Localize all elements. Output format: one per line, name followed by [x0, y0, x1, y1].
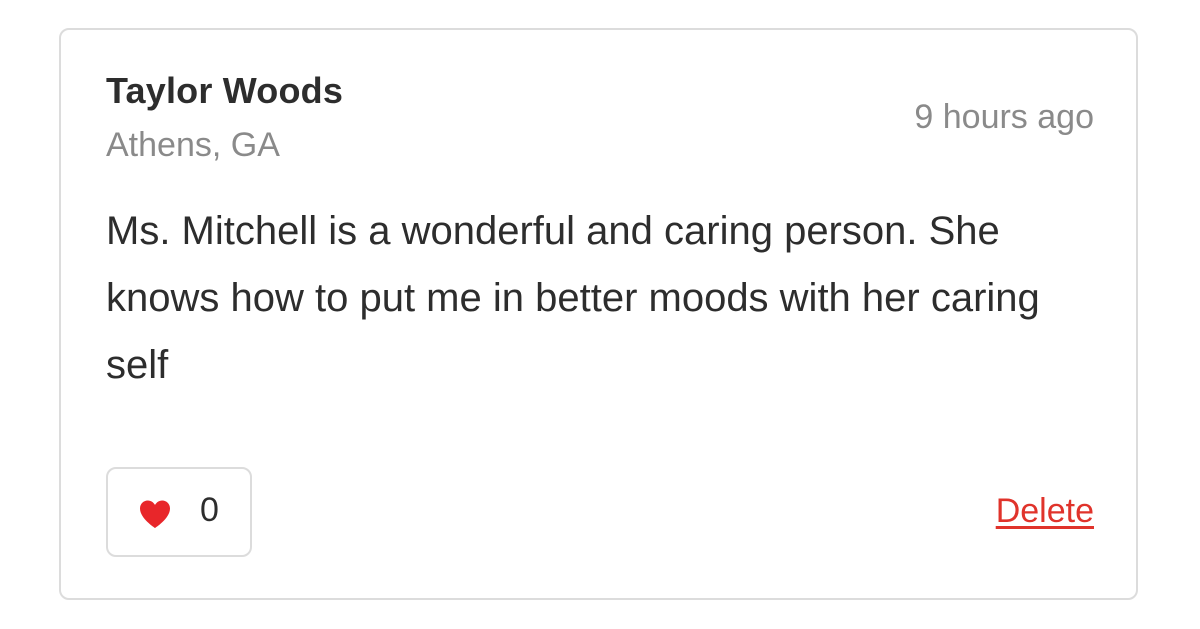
- author-location: Athens, GA: [106, 126, 280, 164]
- like-count: 0: [200, 491, 219, 529]
- review-timestamp: 9 hours ago: [914, 98, 1094, 136]
- like-button[interactable]: 0: [106, 467, 252, 557]
- delete-link[interactable]: Delete: [996, 492, 1094, 531]
- author-name: Taylor Woods: [106, 70, 344, 111]
- review-text: Ms. Mitchell is a wonderful and caring p…: [106, 209, 1040, 387]
- review-card: Taylor Woods Athens, GA 9 hours ago Ms. …: [59, 28, 1138, 600]
- heart-icon: [140, 500, 170, 528]
